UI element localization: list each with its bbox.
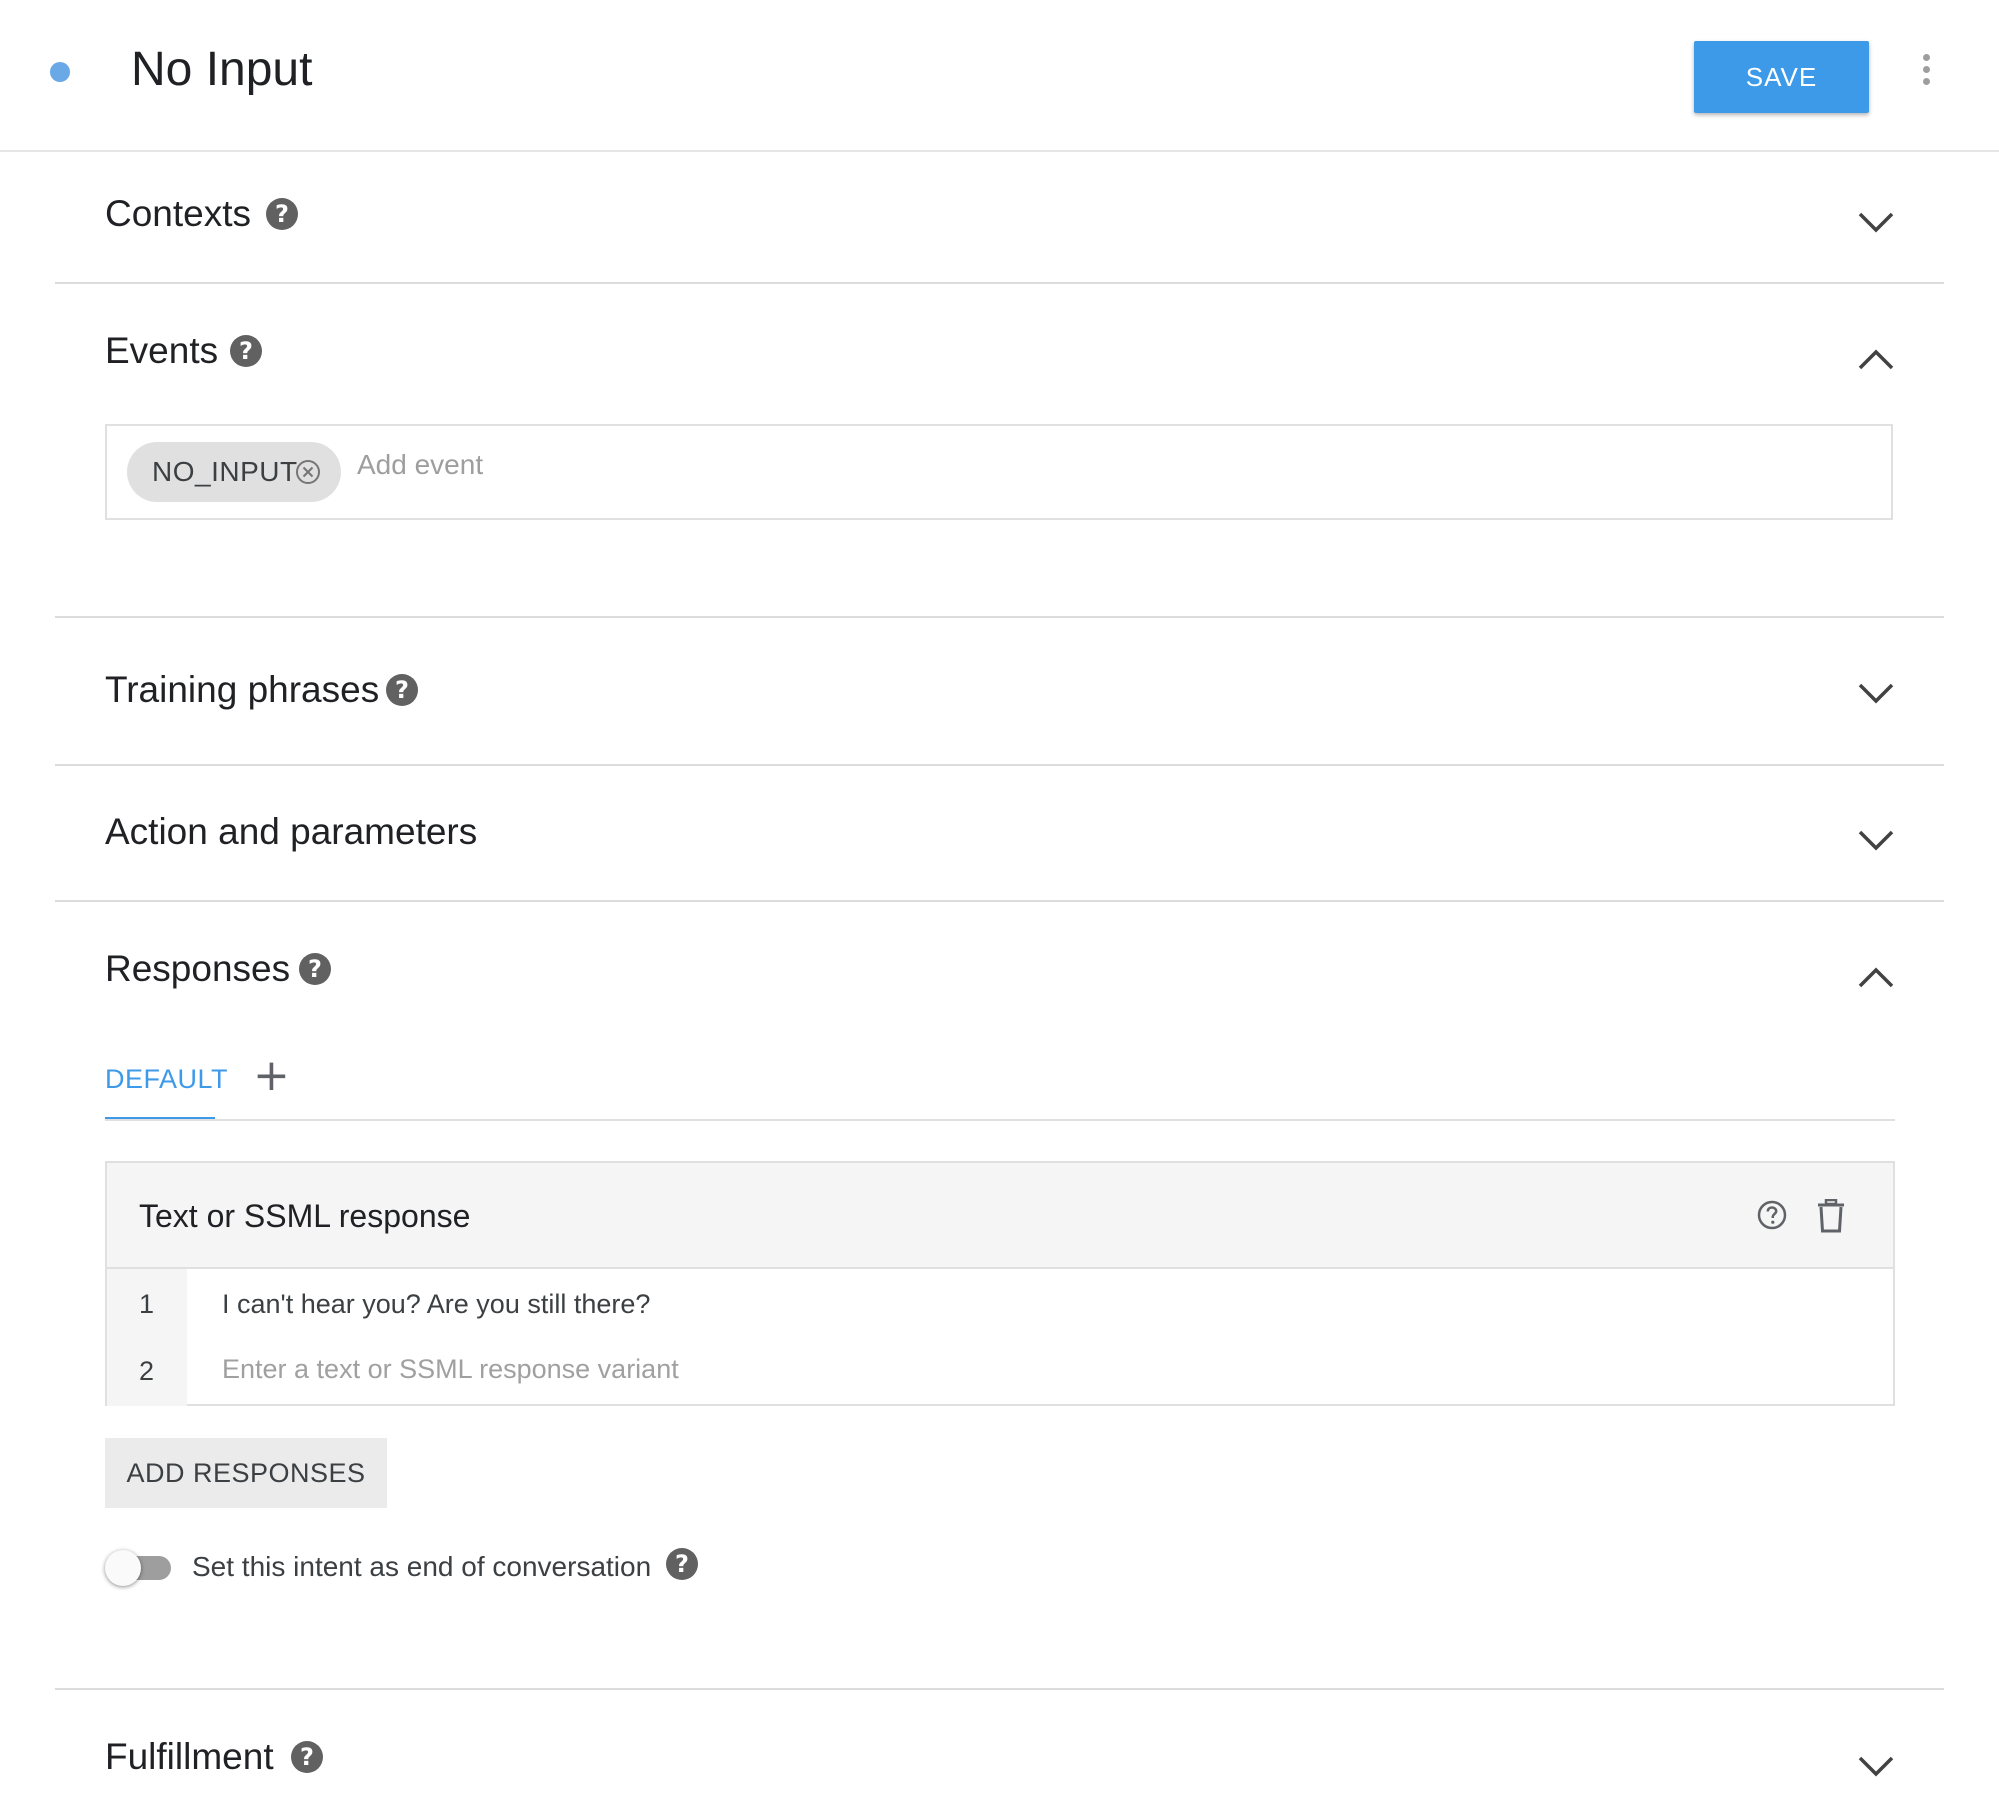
card-header: Text or SSML response — [107, 1163, 1893, 1269]
more-options-icon[interactable] — [1916, 54, 1936, 90]
intent-header: No Input SAVE — [0, 0, 1999, 152]
training-phrases-help-icon[interactable]: ? — [386, 674, 418, 706]
add-responses-button[interactable]: ADD RESPONSES — [105, 1438, 387, 1508]
responses-help-icon[interactable]: ? — [299, 953, 331, 985]
add-event-input[interactable] — [355, 448, 1259, 482]
divider — [55, 900, 1944, 902]
fulfillment-expand-chevron-icon[interactable] — [1856, 1754, 1896, 1778]
section-title-training-phrases[interactable]: Training phrases — [105, 668, 379, 712]
remove-chip-icon[interactable] — [295, 459, 321, 485]
end-conversation-help-icon[interactable]: ? — [666, 1548, 698, 1580]
divider — [55, 282, 1944, 284]
row-number: 1 — [139, 1289, 155, 1319]
events-help-icon[interactable]: ? — [230, 335, 262, 367]
event-chip-label: NO_INPUT — [152, 456, 298, 487]
end-conversation-toggle[interactable] — [105, 1550, 175, 1586]
divider — [55, 616, 1944, 618]
text-response-card: Text or SSML response 1 I can't hear you… — [105, 1161, 1895, 1406]
events-input-box[interactable]: NO_INPUT — [105, 424, 1893, 520]
card-title: Text or SSML response — [139, 1198, 471, 1234]
delete-trash-icon[interactable] — [1817, 1199, 1845, 1233]
section-title-contexts[interactable]: Contexts — [105, 192, 251, 236]
section-title-fulfillment[interactable]: Fulfillment — [105, 1735, 274, 1779]
events-collapse-chevron-icon[interactable] — [1856, 348, 1896, 372]
toggle-knob — [105, 1550, 141, 1586]
event-chip[interactable]: NO_INPUT — [127, 442, 341, 502]
contexts-expand-chevron-icon[interactable] — [1856, 210, 1896, 234]
end-conversation-label: Set this intent as end of conversation — [192, 1551, 652, 1582]
tab-default[interactable]: DEFAULT — [105, 1064, 228, 1095]
contexts-help-icon[interactable]: ? — [266, 198, 298, 230]
divider — [55, 1688, 1944, 1690]
card-help-icon[interactable] — [1757, 1200, 1787, 1230]
intent-title[interactable]: No Input — [131, 40, 312, 100]
section-title-responses[interactable]: Responses — [105, 947, 290, 991]
response-variant-text[interactable]: I can't hear you? Are you still there? — [222, 1289, 650, 1320]
response-variant-input[interactable] — [222, 1354, 1322, 1385]
tabs-divider — [105, 1119, 1895, 1121]
action-parameters-expand-chevron-icon[interactable] — [1856, 828, 1896, 852]
status-dot — [50, 62, 70, 82]
divider — [55, 764, 1944, 766]
add-tab-plus-icon[interactable]: + — [253, 1054, 290, 1098]
fulfillment-help-icon[interactable]: ? — [291, 1741, 323, 1773]
training-phrases-expand-chevron-icon[interactable] — [1856, 681, 1896, 705]
responses-collapse-chevron-icon[interactable] — [1856, 966, 1896, 990]
section-title-events[interactable]: Events — [105, 329, 218, 373]
row-number: 2 — [139, 1356, 155, 1386]
save-button[interactable]: SAVE — [1694, 41, 1869, 113]
section-title-action-parameters[interactable]: Action and parameters — [105, 810, 477, 854]
